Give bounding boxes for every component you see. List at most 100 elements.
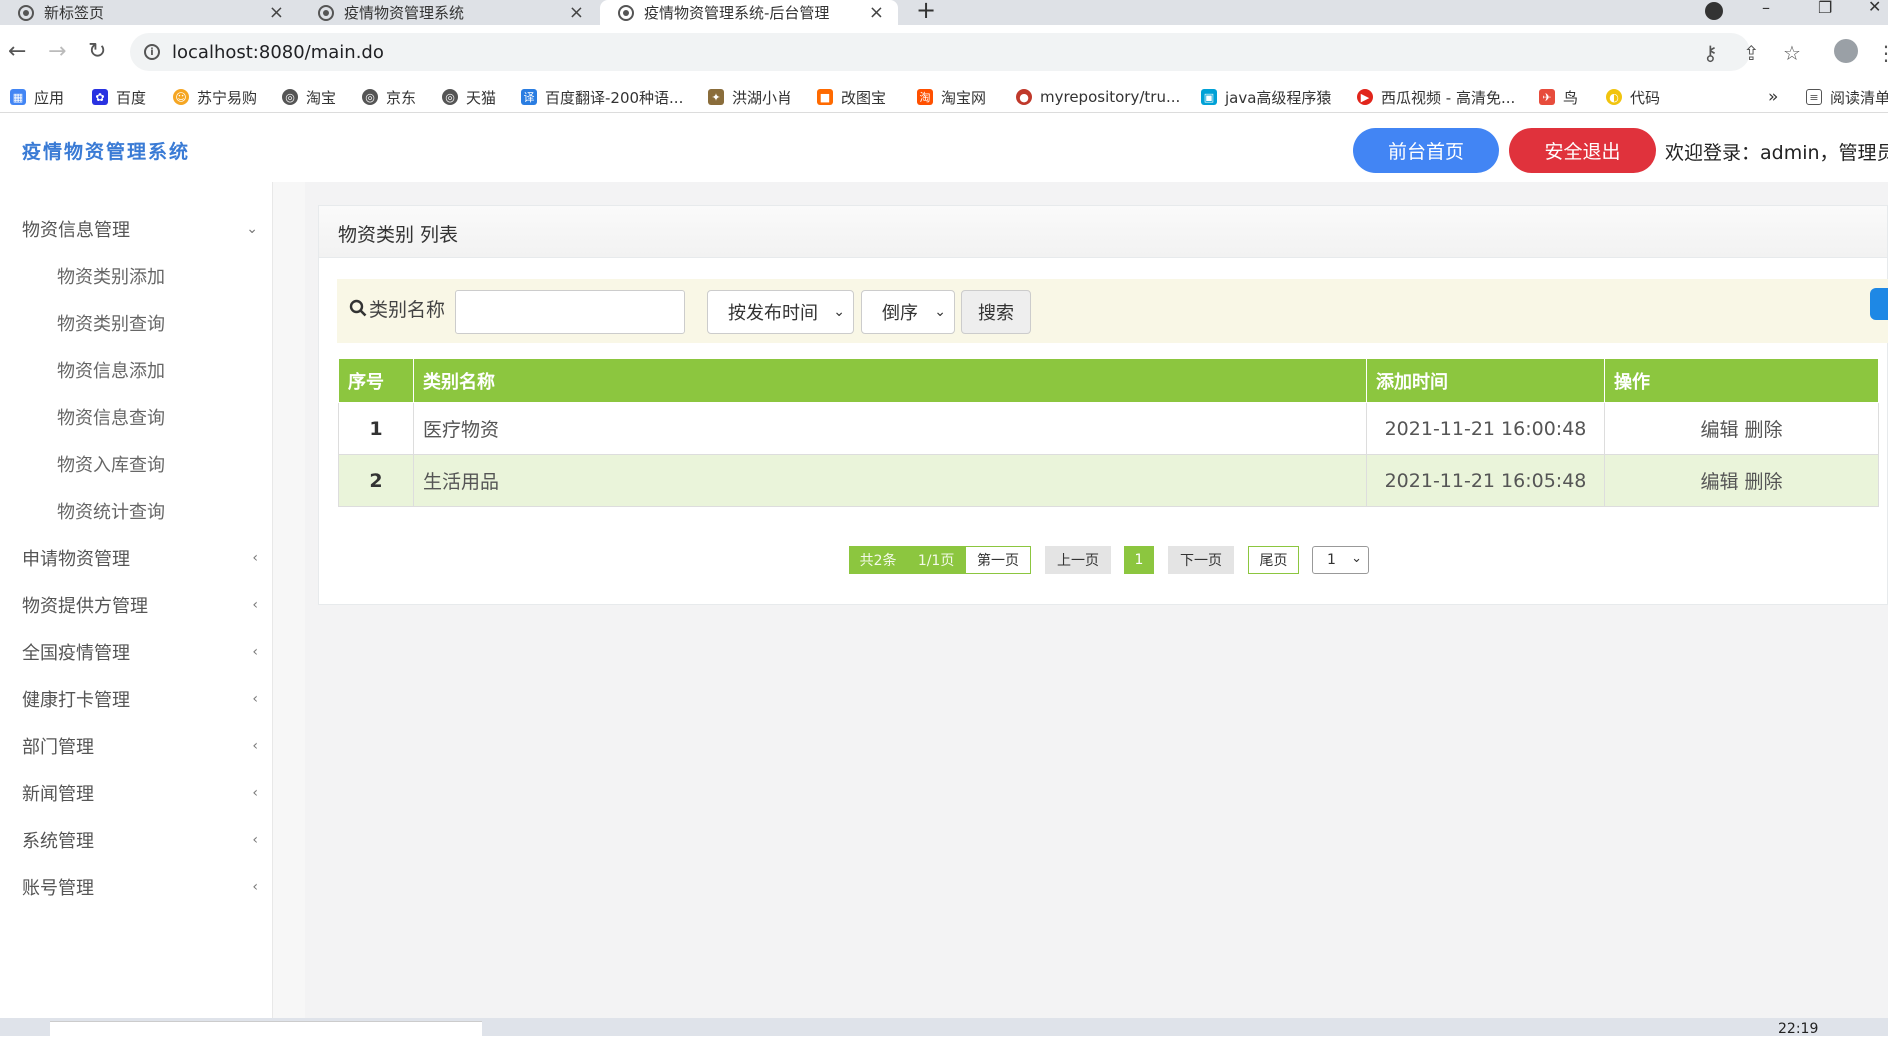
- sidebar-group-department[interactable]: 部门管理 ‹: [22, 733, 258, 759]
- sidebar-item-material-add[interactable]: 物资信息添加: [57, 357, 165, 383]
- site-info-icon[interactable]: i: [144, 44, 160, 60]
- sidebar-item-category-query[interactable]: 物资类别查询: [57, 310, 165, 336]
- search-button[interactable]: 搜索: [961, 290, 1031, 334]
- sidebar-item-material-query[interactable]: 物资信息查询: [57, 404, 165, 430]
- sidebar-item-statistics-query[interactable]: 物资统计查询: [57, 498, 165, 524]
- bookmark-taobao[interactable]: ◎ 淘宝: [282, 85, 336, 109]
- bookmark-label: 京东: [386, 88, 417, 107]
- bird-icon: ✦: [708, 89, 724, 105]
- pagination-summary: 共2条 1/1页: [849, 546, 965, 574]
- column-header-actions: 操作: [1604, 358, 1879, 403]
- forward-icon[interactable]: →: [48, 39, 66, 64]
- baidu-paw-icon: ✿: [92, 89, 108, 105]
- bookmark-baidu-translate[interactable]: 译百度翻译-200种语...: [521, 85, 683, 109]
- first-page-button[interactable]: 第一页: [965, 546, 1031, 574]
- sidebar-item-stock-in-query[interactable]: 物资入库查询: [57, 451, 165, 477]
- next-page-button[interactable]: 下一页: [1168, 546, 1234, 574]
- chevron-left-icon: ‹: [252, 691, 258, 707]
- chevron-left-icon: ‹: [252, 879, 258, 895]
- sidebar-item-category-add[interactable]: 物资类别添加: [57, 263, 165, 289]
- sort-field-select[interactable]: 按发布时间 ⌄: [707, 290, 854, 334]
- edit-link[interactable]: 编辑: [1700, 471, 1738, 493]
- bookmark-label: 百度翻译-200种语...: [545, 88, 684, 107]
- bookmark-label: 鸟: [1563, 88, 1579, 107]
- key-icon[interactable]: ⚷: [1703, 41, 1718, 65]
- tab-admin[interactable]: 疫情物资管理系统-后台管理 ×: [600, 0, 898, 25]
- brand-title: 疫情物资管理系统: [22, 141, 191, 163]
- search-label: 类别名称: [369, 299, 446, 321]
- panel-title: 物资类别 列表: [338, 224, 459, 246]
- bookmark-label: 改图宝: [841, 88, 887, 107]
- url-text: localhost:8080/main.do: [172, 41, 384, 63]
- reading-list[interactable]: ≡ 阅读清单: [1806, 85, 1888, 109]
- bookmark-label: 苏宁易购: [197, 88, 258, 107]
- taskbar-search[interactable]: [50, 1021, 482, 1036]
- bookmark-bird[interactable]: ✈ 鸟: [1539, 85, 1578, 109]
- avatar-icon[interactable]: [1834, 39, 1858, 63]
- tab-new-tab[interactable]: 新标签页 ×: [0, 0, 298, 25]
- chrome-icon: [18, 4, 34, 21]
- close-icon[interactable]: ×: [269, 2, 284, 23]
- sidebar-group-apply[interactable]: 申请物资管理 ‹: [22, 545, 258, 571]
- logout-button[interactable]: 安全退出: [1509, 128, 1656, 173]
- bookmark-honghu[interactable]: ✦ 洪湖小肖: [708, 85, 792, 109]
- chevron-left-icon: ‹: [252, 832, 258, 848]
- row-number: 1: [338, 402, 414, 455]
- bookmark-taobaowang[interactable]: 淘淘宝网: [917, 85, 986, 109]
- menu-dots-icon[interactable]: ⋮: [1876, 41, 1888, 65]
- sidebar-group-label: 健康打卡管理: [22, 690, 130, 711]
- panel-header: 物资类别 列表: [319, 206, 1887, 258]
- bookmark-apps[interactable]: ▦ 应用: [10, 85, 64, 109]
- chevron-down-icon: ⌄: [1351, 551, 1362, 566]
- page-jump-select[interactable]: 1 ⌄: [1312, 546, 1369, 574]
- close-icon[interactable]: ×: [569, 2, 584, 23]
- category-name-cell: 医疗物资: [413, 402, 1367, 455]
- sort-order-select[interactable]: 倒序 ⌄: [861, 290, 955, 334]
- address-bar-row: ← → ↻ i localhost:8080/main.do ⚷ ⇪ ☆ ⋮: [0, 25, 1888, 81]
- minimize-icon[interactable]: –: [1762, 0, 1770, 17]
- restore-icon[interactable]: ❐: [1818, 0, 1832, 17]
- delete-link[interactable]: 删除: [1745, 471, 1783, 493]
- bookmark-baidu[interactable]: ✿ 百度: [92, 85, 146, 109]
- page-jump-value: 1: [1327, 552, 1336, 568]
- sidebar-group-label: 全国疫情管理: [22, 643, 130, 664]
- bookmark-suning[interactable]: ☺ 苏宁易购: [173, 85, 257, 109]
- home-button[interactable]: 前台首页: [1353, 128, 1499, 173]
- window-close-icon[interactable]: ✕: [1868, 0, 1881, 16]
- last-page-button[interactable]: 尾页: [1248, 546, 1299, 574]
- close-icon[interactable]: ×: [869, 2, 884, 23]
- bookmark-tmall[interactable]: ◎ 天猫: [442, 85, 496, 109]
- sort-field-value: 按发布时间: [728, 303, 818, 324]
- edit-link[interactable]: 编辑: [1700, 419, 1738, 441]
- sidebar-group-material-info[interactable]: 物资信息管理 ⌄: [22, 216, 258, 242]
- bookmark-java[interactable]: ▣ java高级程序猿: [1201, 85, 1331, 109]
- bookmark-myrepository[interactable]: ● myrepository/tru...: [1016, 85, 1180, 109]
- star-icon[interactable]: ☆: [1783, 41, 1801, 65]
- bookmark-code[interactable]: ◐ 代码: [1606, 85, 1660, 109]
- bookmark-gaitubao[interactable]: ■ 改图宝: [817, 85, 886, 109]
- delete-link[interactable]: 删除: [1745, 419, 1783, 441]
- sidebar-group-news[interactable]: 新闻管理 ‹: [22, 780, 258, 806]
- back-icon[interactable]: ←: [8, 39, 26, 64]
- reload-icon[interactable]: ↻: [88, 39, 106, 64]
- url-bar[interactable]: i localhost:8080/main.do: [130, 33, 1750, 71]
- globe-icon: ◎: [362, 89, 378, 105]
- more-bookmarks-icon[interactable]: »: [1768, 85, 1778, 109]
- current-page[interactable]: 1: [1124, 546, 1154, 574]
- sidebar-group-epidemic[interactable]: 全国疫情管理 ‹: [22, 639, 258, 665]
- side-float-button[interactable]: [1870, 288, 1888, 320]
- sidebar-group-system[interactable]: 系统管理 ‹: [22, 827, 258, 853]
- sidebar-group-account[interactable]: 账号管理 ‹: [22, 874, 258, 900]
- tab-frontend[interactable]: 疫情物资管理系统 ×: [300, 0, 598, 25]
- sidebar-group-provider[interactable]: 物资提供方管理 ‹: [22, 592, 258, 618]
- bookmark-jd[interactable]: ◎ 京东: [362, 85, 416, 109]
- sidebar-group-health-checkin[interactable]: 健康打卡管理 ‹: [22, 686, 258, 712]
- repo-icon: ●: [1016, 89, 1032, 105]
- category-name-input[interactable]: [455, 290, 685, 334]
- bookmark-xigua[interactable]: ▶ 西瓜视频 - 高清免...: [1357, 85, 1515, 109]
- prev-page-button[interactable]: 上一页: [1045, 546, 1111, 574]
- share-icon[interactable]: ⇪: [1743, 41, 1760, 65]
- new-tab-button[interactable]: +: [916, 0, 936, 24]
- content-gutter: [273, 182, 305, 1018]
- profile-dropdown-icon[interactable]: [1705, 2, 1723, 20]
